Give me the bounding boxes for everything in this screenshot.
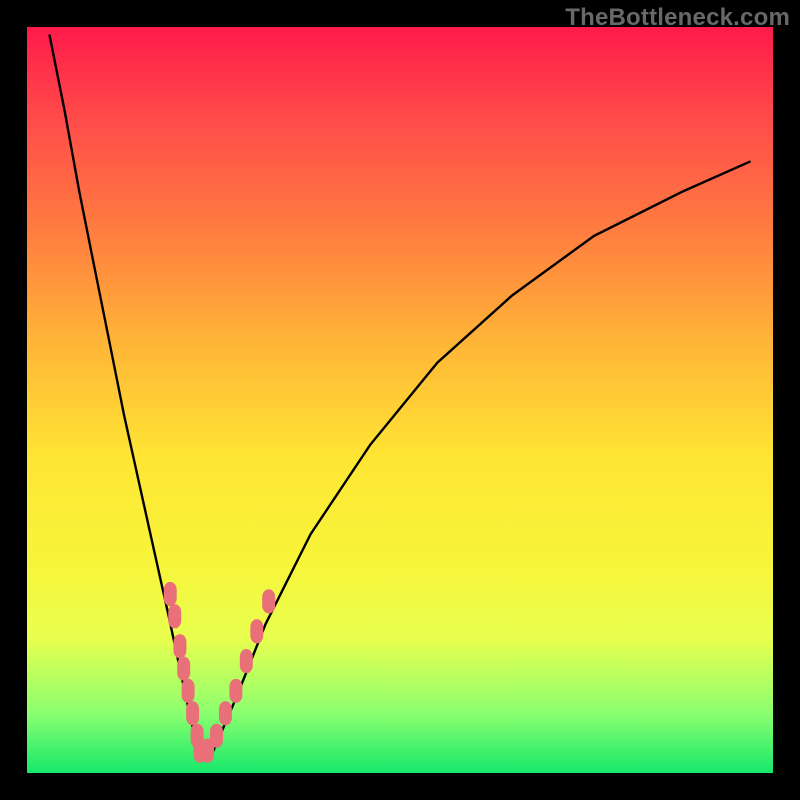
bead bbox=[250, 619, 263, 643]
chart-svg bbox=[27, 27, 773, 773]
bead-cluster-left bbox=[164, 582, 207, 763]
bead bbox=[182, 679, 195, 703]
bead bbox=[219, 701, 232, 725]
bottleneck-curve bbox=[49, 35, 750, 759]
bead bbox=[240, 649, 253, 673]
bead bbox=[186, 701, 199, 725]
bead bbox=[173, 634, 186, 658]
bead bbox=[262, 589, 275, 613]
bead bbox=[164, 582, 177, 606]
bead bbox=[168, 604, 181, 628]
watermark-text: TheBottleneck.com bbox=[565, 4, 790, 32]
bead bbox=[229, 679, 242, 703]
bead bbox=[210, 724, 223, 748]
bead-cluster-right bbox=[201, 589, 275, 762]
bead bbox=[177, 657, 190, 681]
chart-plot-area bbox=[27, 27, 773, 773]
